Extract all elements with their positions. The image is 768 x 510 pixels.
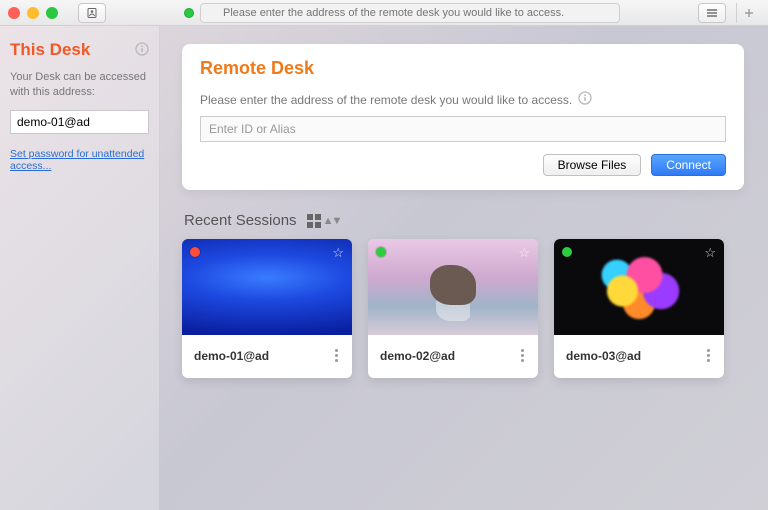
favorite-star-icon[interactable]: ☆ — [332, 245, 344, 261]
info-icon[interactable] — [135, 42, 149, 59]
sidebar: This Desk Your Desk can be accessed with… — [0, 26, 160, 510]
zoom-window-button[interactable] — [46, 7, 58, 19]
status-indicator-icon — [190, 247, 200, 257]
close-window-button[interactable] — [8, 7, 20, 19]
minimize-window-button[interactable] — [27, 7, 39, 19]
favorite-star-icon[interactable]: ☆ — [704, 245, 716, 261]
view-toggle[interactable]: ▲▼ — [307, 214, 341, 228]
grid-view-icon — [307, 214, 321, 228]
session-thumbnail: ☆ — [368, 239, 538, 335]
session-options-button[interactable] — [517, 345, 528, 366]
session-options-button[interactable] — [703, 345, 714, 366]
favorite-star-icon[interactable]: ☆ — [518, 245, 530, 261]
menu-icon — [706, 8, 718, 18]
session-tile[interactable]: ☆ demo-02@ad — [368, 239, 538, 378]
plus-icon — [744, 8, 754, 18]
session-thumbnail: ☆ — [182, 239, 352, 335]
window-controls — [8, 7, 58, 19]
session-label: demo-03@ad — [566, 349, 641, 363]
recent-sessions-grid: ☆ demo-01@ad ☆ demo-02@ad — [182, 239, 744, 378]
session-label: demo-02@ad — [380, 349, 455, 363]
set-password-link[interactable]: Set password for unattended access... — [10, 148, 149, 172]
session-tile[interactable]: ☆ demo-03@ad — [554, 239, 724, 378]
status-indicator-icon — [562, 247, 572, 257]
remote-desk-description: Please enter the address of the remote d… — [200, 93, 572, 107]
sort-icon: ▲▼ — [323, 215, 341, 227]
address-search-input[interactable] — [200, 3, 620, 23]
menu-button[interactable] — [698, 3, 726, 23]
sidebar-title: This Desk — [10, 40, 149, 60]
address-book-button[interactable] — [78, 3, 106, 23]
titlebar-center — [112, 3, 692, 23]
main-area: Remote Desk Please enter the address of … — [160, 26, 768, 510]
recent-sessions-title: Recent Sessions — [184, 212, 297, 229]
address-book-icon — [86, 7, 98, 19]
browse-files-button[interactable]: Browse Files — [543, 154, 642, 176]
connect-button[interactable]: Connect — [651, 154, 726, 176]
remote-desk-card: Remote Desk Please enter the address of … — [182, 44, 744, 190]
titlebar — [0, 0, 768, 26]
recent-sessions-header: Recent Sessions ▲▼ — [184, 212, 744, 229]
remote-address-input[interactable] — [200, 116, 726, 142]
new-tab-button[interactable] — [736, 3, 760, 23]
session-tile[interactable]: ☆ demo-01@ad — [182, 239, 352, 378]
session-label: demo-01@ad — [194, 349, 269, 363]
session-thumbnail: ☆ — [554, 239, 724, 335]
this-desk-address-input[interactable] — [10, 110, 149, 134]
connection-status-icon — [184, 8, 194, 18]
session-options-button[interactable] — [331, 345, 342, 366]
remote-desk-title: Remote Desk — [200, 58, 726, 79]
info-icon[interactable] — [578, 91, 592, 108]
sidebar-description: Your Desk can be accessed with this addr… — [10, 70, 149, 100]
status-indicator-icon — [376, 247, 386, 257]
